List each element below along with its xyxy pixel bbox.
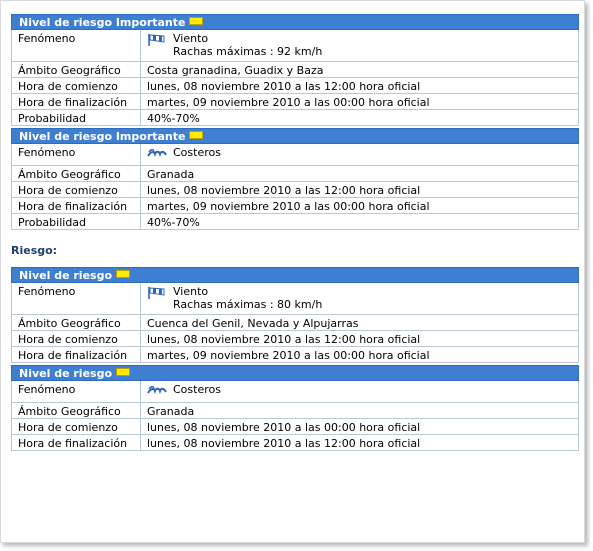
label-fenomeno: Fenómeno (12, 283, 141, 314)
label-finalizacion: Hora de finalización (12, 347, 141, 362)
row-probabilidad: Probabilidad 40%-70% (11, 214, 579, 230)
warning-header: Nivel de riesgo (11, 267, 579, 283)
row-fenomeno: Fenómeno Costeros (11, 381, 579, 403)
yellow-level-badge-icon (189, 17, 204, 25)
row-finalizacion: Hora de finalización martes, 09 noviembr… (11, 94, 579, 110)
yellow-level-badge-icon (116, 368, 131, 376)
value-ambito: Granada (147, 405, 195, 418)
label-fenomeno: Fenómeno (12, 30, 141, 61)
label-comienzo: Hora de comienzo (12, 331, 141, 346)
phenomenon-name: Costeros (173, 383, 221, 396)
row-finalizacion: Hora de finalización martes, 09 noviembr… (11, 347, 579, 363)
phenomenon-detail: Rachas máximas : 80 km/h (173, 298, 323, 311)
warnings-content: Nivel de riesgo Importante Fenómeno Vien… (11, 14, 579, 453)
label-ambito: Ámbito Geográfico (12, 62, 141, 77)
waves-icon (147, 383, 173, 399)
label-fenomeno: Fenómeno (12, 381, 141, 402)
label-ambito: Ámbito Geográfico (12, 403, 141, 418)
warning-level-title: Nivel de riesgo (19, 367, 113, 380)
row-ambito: Ámbito Geográfico Costa granadina, Guadi… (11, 62, 579, 78)
label-comienzo: Hora de comienzo (12, 182, 141, 197)
yellow-level-badge-icon (116, 270, 131, 278)
value-comienzo: lunes, 08 noviembre 2010 a las 00:00 hor… (147, 421, 421, 434)
value-ambito: Costa granadina, Guadix y Baza (147, 64, 324, 77)
label-fenomeno: Fenómeno (12, 144, 141, 165)
row-ambito: Ámbito Geográfico Granada (11, 166, 579, 182)
row-fenomeno: Fenómeno Costeros (11, 144, 579, 166)
row-probabilidad: Probabilidad 40%-70% (11, 110, 579, 126)
label-ambito: Ámbito Geográfico (12, 315, 141, 330)
phenomenon-text: Viento Rachas máximas : 80 km/h (173, 285, 322, 311)
row-finalizacion: Hora de finalización martes, 09 noviembr… (11, 198, 579, 214)
value-comienzo: lunes, 08 noviembre 2010 a las 12:00 hor… (147, 80, 421, 93)
value-finalizacion: martes, 09 noviembre 2010 a las 00:00 ho… (147, 349, 430, 362)
warning-header: Nivel de riesgo (11, 365, 579, 381)
label-comienzo: Hora de comienzo (12, 419, 141, 434)
warning-level-title: Nivel de riesgo Importante (19, 16, 186, 29)
row-comienzo: Hora de comienzo lunes, 08 noviembre 201… (11, 78, 579, 94)
row-ambito: Ámbito Geográfico Cuenca del Genil, Neva… (11, 315, 579, 331)
value-fenomeno: Costeros (141, 144, 578, 165)
window-frame: Nivel de riesgo Importante Fenómeno Vien… (0, 0, 585, 543)
warning-level-title: Nivel de riesgo Importante (19, 130, 186, 143)
warning-card: Nivel de riesgo Fenómeno Viento Rachas m… (11, 267, 579, 363)
value-finalizacion: martes, 09 noviembre 2010 a las 00:00 ho… (147, 200, 430, 213)
row-comienzo: Hora de comienzo lunes, 08 noviembre 201… (11, 182, 579, 198)
yellow-level-badge-icon (189, 131, 204, 139)
label-finalizacion: Hora de finalización (12, 435, 141, 450)
row-comienzo: Hora de comienzo lunes, 08 noviembre 201… (11, 331, 579, 347)
value-probabilidad: 40%-70% (147, 112, 200, 125)
value-finalizacion: martes, 09 noviembre 2010 a las 00:00 ho… (147, 96, 430, 109)
row-finalizacion: Hora de finalización lunes, 08 noviembre… (11, 435, 579, 451)
wind-flag-icon (147, 32, 173, 50)
phenomenon-text: Viento Rachas máximas : 92 km/h (173, 32, 322, 58)
value-finalizacion: lunes, 08 noviembre 2010 a las 12:00 hor… (147, 437, 421, 450)
row-fenomeno: Fenómeno Viento Rachas máximas : 92 km/h (11, 30, 579, 62)
label-comienzo: Hora de comienzo (12, 78, 141, 93)
value-comienzo: lunes, 08 noviembre 2010 a las 12:00 hor… (147, 333, 421, 346)
phenomenon-detail: Rachas máximas : 92 km/h (173, 45, 323, 58)
warning-card: Nivel de riesgo Importante Fenómeno Vien… (11, 14, 579, 126)
phenomenon-name: Viento (173, 32, 209, 45)
phenomenon-name: Costeros (173, 146, 221, 159)
label-probabilidad: Probabilidad (12, 214, 141, 229)
warning-header: Nivel de riesgo Importante (11, 14, 579, 30)
label-ambito: Ámbito Geográfico (12, 166, 141, 181)
value-fenomeno: Costeros (141, 381, 578, 402)
row-ambito: Ámbito Geográfico Granada (11, 403, 579, 419)
label-finalizacion: Hora de finalización (12, 94, 141, 109)
value-comienzo: lunes, 08 noviembre 2010 a las 12:00 hor… (147, 184, 421, 197)
value-fenomeno: Viento Rachas máximas : 92 km/h (141, 30, 578, 61)
value-fenomeno: Viento Rachas máximas : 80 km/h (141, 283, 578, 314)
warning-level-title: Nivel de riesgo (19, 269, 113, 282)
waves-icon (147, 146, 173, 162)
value-ambito: Granada (147, 168, 195, 181)
warning-header: Nivel de riesgo Importante (11, 128, 579, 144)
value-probabilidad: 40%-70% (147, 216, 200, 229)
wind-flag-icon (147, 285, 173, 303)
section-title-riesgo: Riesgo: (11, 244, 58, 257)
warning-card: Nivel de riesgo Fenómeno Costeros Ámbito… (11, 365, 579, 451)
warning-card: Nivel de riesgo Importante Fenómeno Cost… (11, 128, 579, 230)
label-probabilidad: Probabilidad (12, 110, 141, 125)
value-ambito: Cuenca del Genil, Nevada y Alpujarras (147, 317, 359, 330)
phenomenon-name: Viento (173, 285, 209, 298)
row-fenomeno: Fenómeno Viento Rachas máximas : 80 km/h (11, 283, 579, 315)
label-finalizacion: Hora de finalización (12, 198, 141, 213)
row-comienzo: Hora de comienzo lunes, 08 noviembre 201… (11, 419, 579, 435)
